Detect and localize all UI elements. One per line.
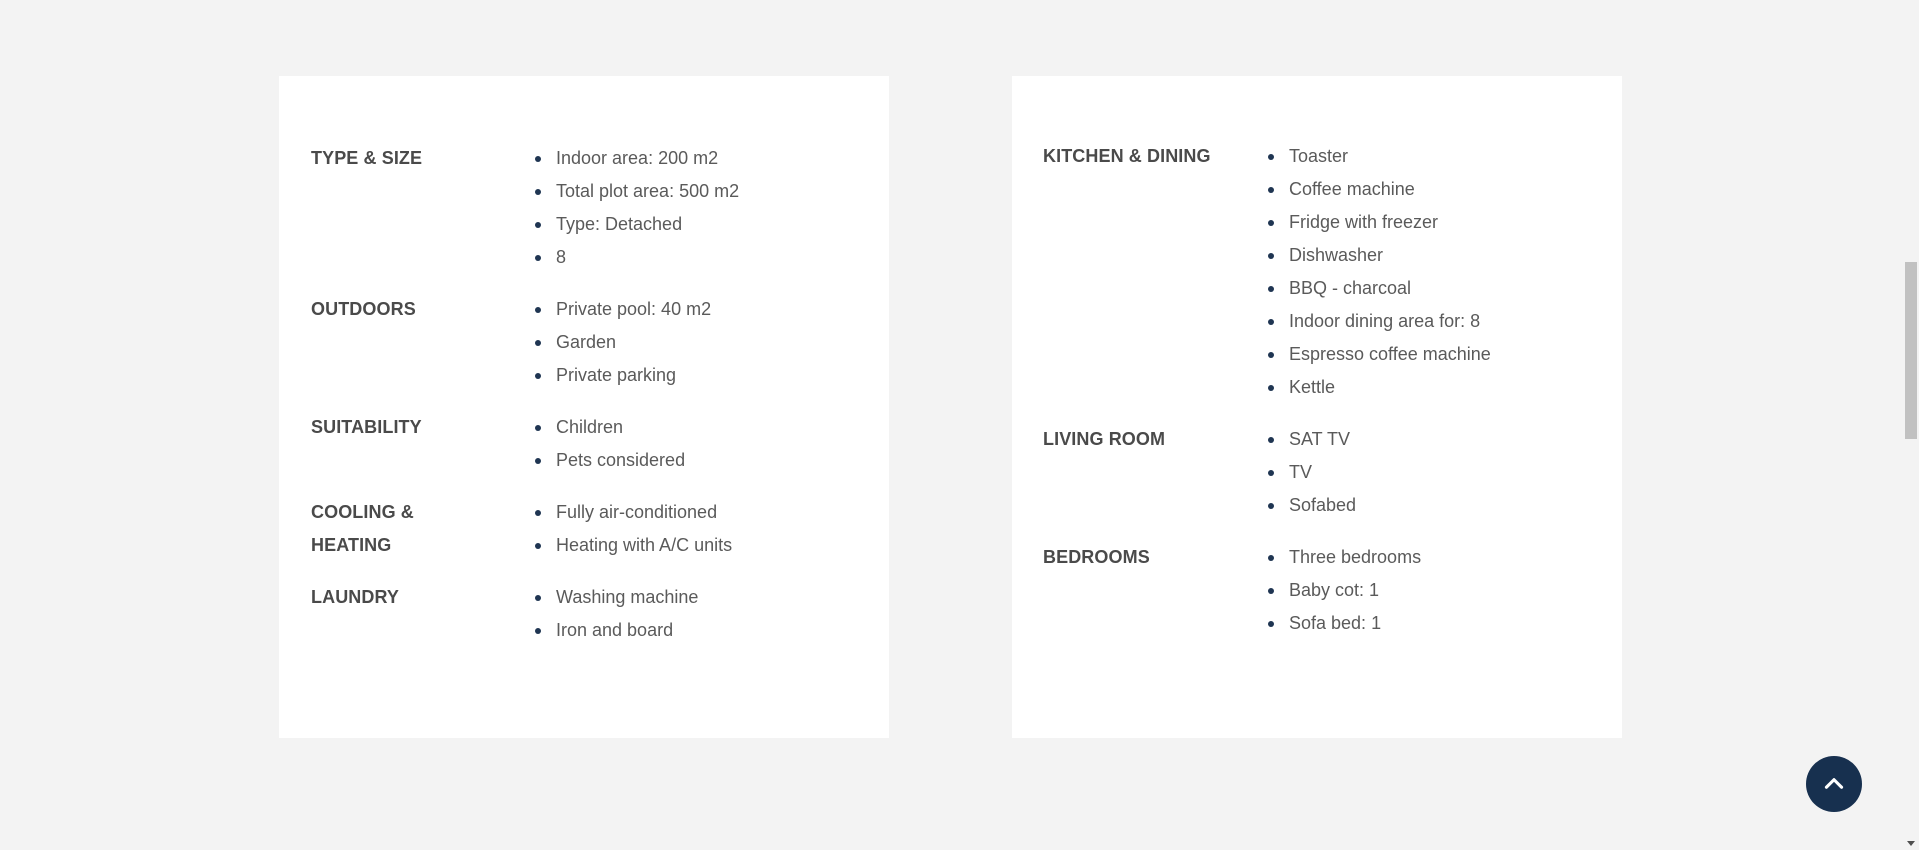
scroll-down-arrow-icon[interactable] <box>1907 841 1915 846</box>
list-item: Fully air-conditioned <box>279 496 732 529</box>
amenity-group-cooling-heating: COOLING & HEATING Fully air-conditioned … <box>279 496 889 562</box>
bullet-icon <box>535 222 541 228</box>
bullet-icon <box>535 373 541 379</box>
amenity-list: Children Pets considered <box>499 411 685 477</box>
bullet-icon <box>535 628 541 634</box>
amenity-group-outdoors: OUTDOORS Private pool: 40 m2 Garden Priv… <box>279 293 889 392</box>
bullet-icon <box>535 543 541 549</box>
list-item: Espresso coffee machine <box>1012 338 1491 371</box>
amenity-list: SAT TV TV Sofabed <box>1232 423 1356 522</box>
list-item: Baby cot: 1 <box>1012 574 1421 607</box>
bullet-icon <box>535 307 541 313</box>
amenity-group-laundry: LAUNDRY Washing machine Iron and board <box>279 581 889 647</box>
list-item: Iron and board <box>279 614 698 647</box>
list-item: Pets considered <box>279 444 685 477</box>
back-to-top-button[interactable] <box>1806 756 1862 812</box>
bullet-icon <box>1268 319 1274 325</box>
amenity-group-type-size: TYPE & SIZE Indoor area: 200 m2 Total pl… <box>279 142 889 274</box>
bullet-icon <box>1268 470 1274 476</box>
list-item: Private pool: 40 m2 <box>279 293 711 326</box>
list-item: TV <box>1012 456 1356 489</box>
bullet-icon <box>535 425 541 431</box>
amenities-card-right: KITCHEN & DINING Toaster Coffee machine … <box>1012 76 1622 738</box>
list-item: Total plot area: 500 m2 <box>279 175 739 208</box>
bullet-icon <box>535 458 541 464</box>
list-item: Heating with A/C units <box>279 529 732 562</box>
bullet-icon <box>1268 286 1274 292</box>
list-item: Washing machine <box>279 581 698 614</box>
amenity-group-living-room: LIVING ROOM SAT TV TV Sofabed <box>1012 423 1622 522</box>
bullet-icon <box>1268 385 1274 391</box>
amenity-list: Three bedrooms Baby cot: 1 Sofa bed: 1 <box>1232 541 1421 640</box>
bullet-icon <box>1268 352 1274 358</box>
list-item: Garden <box>279 326 711 359</box>
list-item: Indoor dining area for: 8 <box>1012 305 1491 338</box>
bullet-icon <box>535 340 541 346</box>
list-item: Indoor area: 200 m2 <box>279 142 739 175</box>
bullet-icon <box>535 156 541 162</box>
scrollbar-thumb[interactable] <box>1905 262 1917 439</box>
list-item: Type: Detached <box>279 208 739 241</box>
bullet-icon <box>1268 154 1274 160</box>
list-item: Sofabed <box>1012 489 1356 522</box>
amenity-group-suitability: SUITABILITY Children Pets considered <box>279 411 889 477</box>
bullet-icon <box>1268 503 1274 509</box>
bullet-icon <box>1268 437 1274 443</box>
list-item: BBQ - charcoal <box>1012 272 1491 305</box>
list-item: Toaster <box>1012 140 1491 173</box>
amenity-list: Indoor area: 200 m2 Total plot area: 500… <box>499 142 739 274</box>
list-item: Coffee machine <box>1012 173 1491 206</box>
list-item: 8 <box>279 241 739 274</box>
list-item: Children <box>279 411 685 444</box>
amenity-list: Fully air-conditioned Heating with A/C u… <box>499 496 732 562</box>
list-item: Fridge with freezer <box>1012 206 1491 239</box>
amenities-card-left: TYPE & SIZE Indoor area: 200 m2 Total pl… <box>279 76 889 738</box>
bullet-icon <box>535 189 541 195</box>
amenity-list: Toaster Coffee machine Fridge with freez… <box>1232 140 1491 404</box>
list-item: Dishwasher <box>1012 239 1491 272</box>
list-item: Kettle <box>1012 371 1491 404</box>
bullet-icon <box>1268 621 1274 627</box>
list-item: Private parking <box>279 359 711 392</box>
scrollbar[interactable] <box>1902 0 1919 850</box>
bullet-icon <box>1268 555 1274 561</box>
bullet-icon <box>535 255 541 261</box>
list-item: SAT TV <box>1012 423 1356 456</box>
bullet-icon <box>1268 187 1274 193</box>
bullet-icon <box>1268 253 1274 259</box>
chevron-up-icon <box>1824 778 1844 789</box>
list-item: Three bedrooms <box>1012 541 1421 574</box>
amenity-group-bedrooms: BEDROOMS Three bedrooms Baby cot: 1 Sofa… <box>1012 541 1622 640</box>
bullet-icon <box>1268 220 1274 226</box>
list-item: Sofa bed: 1 <box>1012 607 1421 640</box>
amenity-list: Private pool: 40 m2 Garden Private parki… <box>499 293 711 392</box>
amenity-group-kitchen-dining: KITCHEN & DINING Toaster Coffee machine … <box>1012 140 1622 404</box>
bullet-icon <box>535 510 541 516</box>
amenity-list: Washing machine Iron and board <box>499 581 698 647</box>
bullet-icon <box>535 595 541 601</box>
bullet-icon <box>1268 588 1274 594</box>
